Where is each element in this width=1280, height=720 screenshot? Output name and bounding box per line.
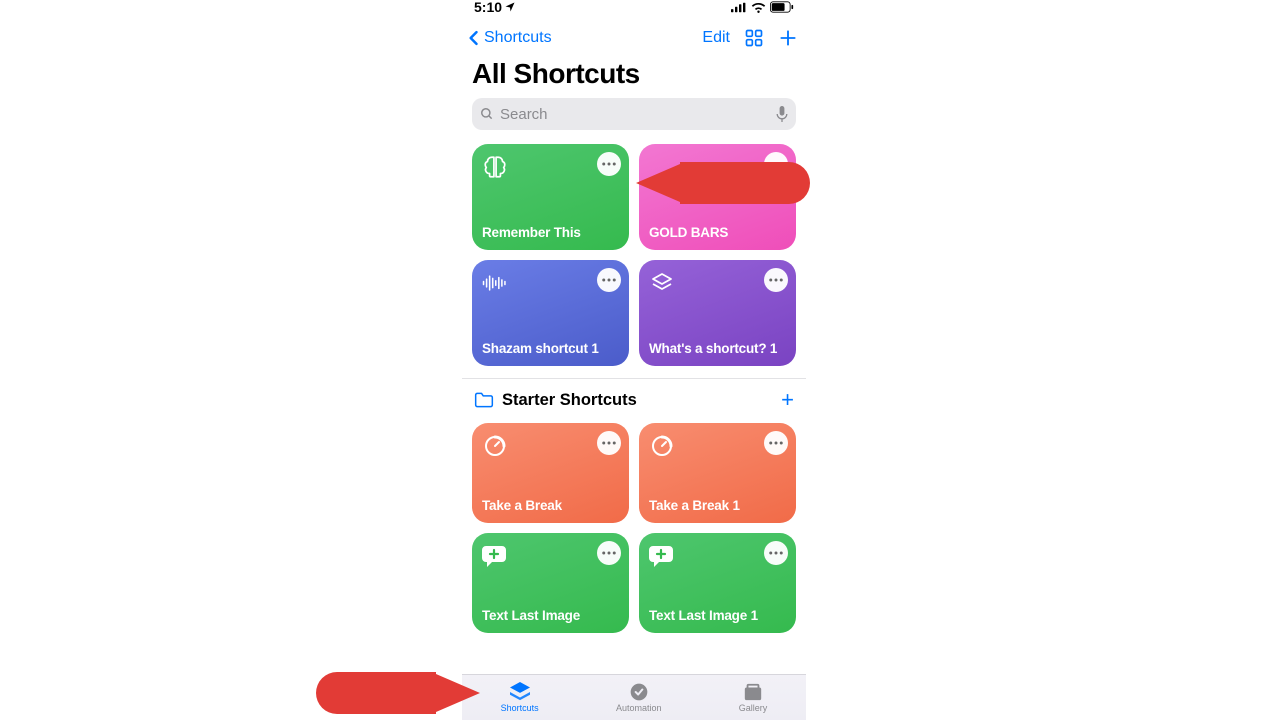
edit-button[interactable]: Edit: [702, 29, 730, 47]
folder-icon: [474, 391, 494, 409]
tab-automation[interactable]: Automation: [616, 682, 662, 713]
card-label: Take a Break: [482, 498, 619, 513]
tab-label: Automation: [616, 703, 662, 713]
phone-screen: 5:10 Shortcuts Edit All Shortcuts Search: [462, 0, 806, 720]
tab-label: Shortcuts: [501, 703, 539, 713]
tab-gallery[interactable]: Gallery: [739, 682, 768, 713]
card-label: Take a Break 1: [649, 498, 786, 513]
more-icon[interactable]: [764, 268, 788, 292]
shortcut-card-text-last-image-1[interactable]: Text Last Image 1: [639, 533, 796, 633]
status-time: 5:10: [474, 0, 516, 15]
section-title[interactable]: Starter Shortcuts: [502, 391, 637, 410]
gallery-tab-icon: [742, 682, 764, 702]
nav-actions: Edit: [702, 28, 798, 48]
shortcuts-tab-icon: [509, 682, 531, 702]
tab-shortcuts[interactable]: Shortcuts: [501, 682, 539, 713]
search-input[interactable]: Search: [472, 98, 796, 130]
section-header: Starter Shortcuts +: [462, 379, 806, 419]
card-label: Shazam shortcut 1: [482, 341, 619, 356]
more-icon[interactable]: [764, 431, 788, 455]
plus-icon[interactable]: [778, 28, 798, 48]
timer-icon: [482, 433, 508, 459]
mic-icon[interactable]: [776, 106, 788, 122]
location-icon: [504, 1, 516, 13]
back-label: Shortcuts: [484, 29, 552, 47]
wifi-icon: [751, 2, 766, 13]
back-button[interactable]: Shortcuts: [464, 28, 552, 48]
speech-plus-icon: [482, 543, 508, 569]
more-icon[interactable]: [597, 431, 621, 455]
annotation-arrow-top: [626, 162, 810, 204]
card-label: GOLD BARS: [649, 225, 786, 240]
status-icons: [731, 1, 794, 13]
timer-icon: [649, 433, 675, 459]
card-label: Remember This: [482, 225, 619, 240]
shortcut-card-remember-this[interactable]: Remember This: [472, 144, 629, 250]
shortcut-card-whats-a-shortcut[interactable]: What's a shortcut? 1: [639, 260, 796, 366]
chevron-left-icon: [464, 28, 484, 48]
search-icon: [480, 107, 494, 121]
card-label: Text Last Image 1: [649, 608, 786, 623]
more-icon[interactable]: [597, 541, 621, 565]
card-label: Text Last Image: [482, 608, 619, 623]
section-add-button[interactable]: +: [781, 387, 794, 413]
tab-bar: Shortcuts Automation Gallery: [462, 674, 806, 720]
more-icon[interactable]: [764, 541, 788, 565]
nav-row: Shortcuts Edit: [462, 18, 806, 54]
search-placeholder: Search: [500, 106, 548, 123]
layers-icon: [649, 270, 675, 296]
more-icon[interactable]: [597, 268, 621, 292]
starter-grid: Take a Break Take a Break 1 Text Last Im…: [462, 419, 806, 643]
annotation-arrow-bottom: [316, 672, 488, 714]
brain-icon: [482, 154, 508, 180]
status-time-text: 5:10: [474, 0, 502, 15]
shortcut-card-take-a-break[interactable]: Take a Break: [472, 423, 629, 523]
waveform-icon: [482, 270, 508, 296]
grid-icon[interactable]: [744, 28, 764, 48]
battery-icon: [770, 1, 794, 13]
search-wrap: Search: [462, 98, 806, 138]
more-icon[interactable]: [597, 152, 621, 176]
page-title: All Shortcuts: [462, 54, 806, 98]
cellular-icon: [731, 2, 747, 13]
shortcut-card-shazam[interactable]: Shazam shortcut 1: [472, 260, 629, 366]
speech-plus-icon: [649, 543, 675, 569]
status-bar: 5:10: [462, 0, 806, 18]
tab-label: Gallery: [739, 703, 768, 713]
card-label: What's a shortcut? 1: [649, 341, 786, 356]
automation-tab-icon: [629, 682, 649, 702]
shortcut-card-take-a-break-1[interactable]: Take a Break 1: [639, 423, 796, 523]
shortcut-card-text-last-image[interactable]: Text Last Image: [472, 533, 629, 633]
